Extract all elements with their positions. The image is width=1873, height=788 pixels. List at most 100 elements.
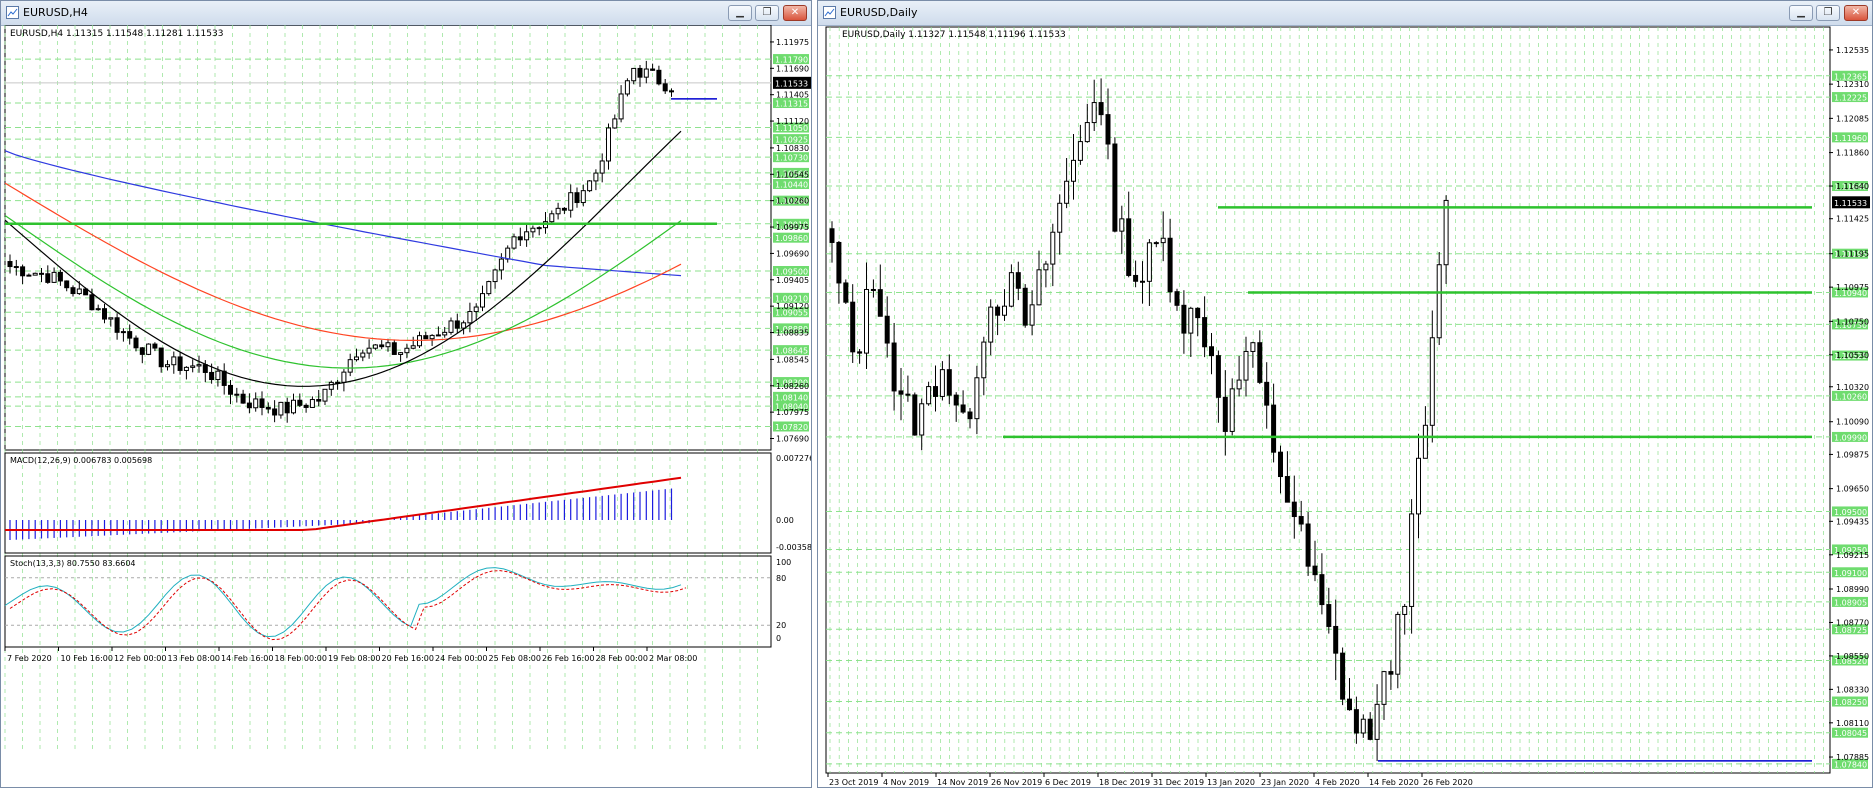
axis-tick-label: 1.10830	[776, 144, 809, 153]
level-tag-label: 1.11960	[1834, 134, 1867, 143]
candle-body	[435, 334, 441, 337]
minimize-button[interactable]: ▁	[1789, 5, 1813, 21]
axis-tick-label: 1.11640	[1836, 182, 1869, 191]
candle-body	[517, 236, 523, 241]
candle-body	[1381, 671, 1387, 705]
axis-tick-label: 1.10090	[1836, 418, 1869, 427]
candle-body	[1278, 451, 1283, 478]
time-tick-label: 10 Feb 16:00	[61, 654, 113, 663]
h4-chart-area[interactable]: 1.117901.113151.110501.109251.107301.105…	[1, 25, 811, 787]
candle-body	[1409, 513, 1415, 607]
candle-body	[240, 393, 246, 404]
candle-body	[606, 127, 611, 162]
ma-black	[4, 130, 682, 387]
daily-chart-area[interactable]: 1.123651.122251.119601.116401.111951.109…	[818, 25, 1872, 787]
axis-tick-label: 1.10545	[776, 170, 809, 179]
candle-body	[45, 273, 51, 283]
time-tick-label: 7 Feb 2020	[7, 654, 52, 663]
candle-body	[228, 384, 233, 395]
macd-tick-label: -0.003586	[776, 543, 811, 552]
candle-body	[656, 69, 662, 85]
candle-body	[637, 67, 643, 78]
restore-button[interactable]: ❐	[755, 5, 779, 21]
close-icon: ✕	[790, 7, 800, 18]
candle-body	[561, 207, 567, 211]
time-tick-label: 28 Feb 00:00	[596, 654, 648, 663]
candle-body	[574, 192, 580, 204]
candle-body	[309, 399, 315, 408]
candle-body	[1160, 237, 1166, 244]
axis-tick-label: 1.11120	[776, 117, 809, 126]
minimize-button[interactable]: ▁	[728, 5, 752, 21]
price-axis: 1.117901.113151.110501.109251.107301.105…	[770, 38, 811, 444]
candle-body	[1167, 237, 1173, 293]
axis-tick-label: 1.09435	[1836, 517, 1869, 526]
candle-body	[933, 386, 938, 397]
axis-tick-label: 1.10750	[1836, 317, 1869, 326]
level-tag-label: 1.08045	[1834, 729, 1867, 738]
axis-tick-label: 1.10975	[1836, 283, 1869, 292]
left-titlebar[interactable]: EURUSD,H4 ▁ ❐ ✕	[1, 1, 811, 26]
candle-body	[1002, 305, 1007, 316]
candle-body	[850, 301, 856, 353]
level-tag-label: 1.07820	[775, 423, 808, 432]
stochastic-panel: Stoch(13,3,3) 80.7550 83.6604 100 80 20 0	[4, 555, 791, 648]
left-chart-window[interactable]: EURUSD,H4 ▁ ❐ ✕ 1.11790 1.11315 1.11050 1.1…	[0, 0, 812, 788]
candle-body	[410, 345, 416, 349]
right-chart-window[interactable]: EURUSD,Daily ▁ ❐ ✕ 1.12365 1.12225 1.11960…	[817, 0, 1873, 788]
candle-body	[624, 80, 630, 95]
time-tick-label: 20 Feb 16:00	[382, 654, 434, 663]
time-tick-label: 31 Dec 2019	[1153, 778, 1204, 787]
candle-body	[1243, 350, 1249, 381]
candle-body	[1312, 565, 1318, 576]
stoch-tick-label: 0	[776, 634, 781, 643]
candle-body	[1222, 396, 1228, 432]
candle-body	[120, 331, 126, 334]
time-tick-label: 26 Nov 2019	[991, 778, 1042, 787]
candle-body	[919, 403, 925, 436]
candle-body	[278, 401, 284, 416]
axis-tick-label: 1.11195	[1836, 250, 1869, 259]
candle-body	[1077, 141, 1083, 161]
candle-body	[1105, 114, 1111, 145]
axis-tick-label: 1.09405	[776, 276, 809, 285]
axis-tick-label: 1.08550	[1836, 652, 1869, 661]
candle-body	[114, 317, 120, 333]
candle-body	[1250, 342, 1256, 352]
close-button[interactable]: ✕	[1844, 5, 1868, 21]
candle-body	[1091, 102, 1097, 124]
candle-body	[177, 356, 183, 371]
candle-body	[580, 190, 586, 204]
level-tag-label: 1.09990	[1834, 433, 1867, 442]
candle-body	[183, 366, 189, 371]
axis-tick-label: 1.07690	[776, 435, 809, 444]
candle-body	[202, 364, 208, 373]
axis-tick-label: 1.09875	[1836, 450, 1869, 459]
restore-button[interactable]: ❐	[1816, 5, 1840, 21]
candle-body	[1036, 269, 1042, 306]
candle-body	[39, 272, 44, 275]
candle-body	[974, 377, 980, 420]
axis-tick-label: 1.10530	[1836, 351, 1869, 360]
candle-body	[926, 386, 932, 405]
time-tick-label: 13 Jan 2020	[1207, 778, 1255, 787]
time-tick-label: 14 Feb 2020	[1369, 778, 1419, 787]
candle-body	[1029, 304, 1035, 326]
candle-body	[291, 399, 296, 414]
close-button[interactable]: ✕	[783, 5, 807, 21]
axis-tick-label: 1.08990	[1836, 585, 1869, 594]
candle-body	[215, 370, 221, 381]
right-titlebar[interactable]: EURUSD,Daily ▁ ❐ ✕	[818, 1, 1872, 26]
time-tick-label: 4 Nov 2019	[883, 778, 929, 787]
ma-blue	[4, 150, 682, 277]
candle-body	[1057, 202, 1063, 233]
axis-tick-label: 1.12310	[1836, 80, 1869, 89]
candle-body	[429, 334, 435, 340]
candle-body	[360, 352, 366, 358]
candle-body	[1050, 231, 1056, 265]
candle-body	[1112, 143, 1118, 232]
candle-body	[981, 341, 987, 379]
candle-body	[221, 370, 227, 386]
candle-body	[95, 308, 101, 311]
candle-body	[328, 381, 334, 390]
